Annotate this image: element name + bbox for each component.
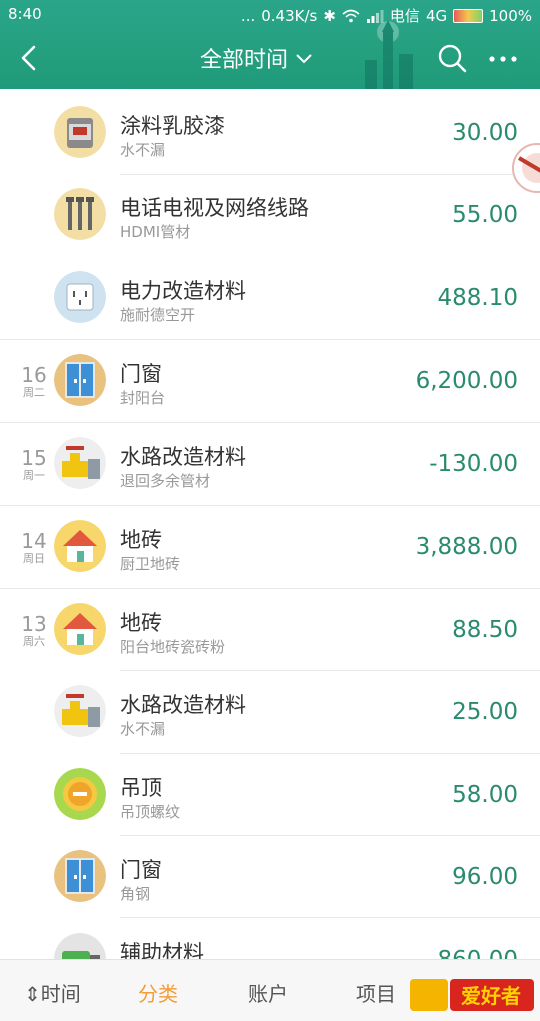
day-number: 15 [21, 446, 47, 470]
list-item[interactable]: 涂料乳胶漆 水不漏 30.00 [0, 92, 540, 174]
house-icon [54, 603, 106, 655]
item-note: 退回多余管材 [120, 472, 211, 490]
item-name: 涂料乳胶漆 [120, 114, 225, 138]
weekday: 周一 [23, 469, 45, 482]
network-speed: 0.43K/s [261, 6, 318, 25]
screws-icon [54, 188, 106, 240]
item-name: 吊顶 [120, 776, 162, 800]
item-amount: 860.00 [438, 947, 518, 959]
item-note: 水不漏 [120, 720, 166, 738]
tab-label: 项目 [356, 982, 396, 1006]
date-label: 16 周二 [14, 364, 54, 399]
nav-bar: 全部时间 [0, 30, 540, 89]
house-icon [54, 520, 106, 572]
battery-percent: 100% [489, 6, 532, 25]
tab-time[interactable]: ⇕时间 [24, 978, 81, 1007]
item-name: 水路改造材料 [120, 445, 246, 469]
item-name: 电力改造材料 [120, 279, 246, 303]
item-note: 吊顶螺纹 [120, 803, 181, 821]
water-valve-icon [54, 685, 106, 737]
list-item[interactable]: 吊顶 吊顶螺纹 58.00 [0, 754, 540, 836]
item-name: 地砖 [120, 528, 162, 552]
list-item[interactable]: 门窗 角钢 96.00 [0, 836, 540, 918]
item-note: 封阳台 [120, 389, 166, 407]
item-name: 门窗 [120, 858, 162, 882]
status-right: ... 0.43K/s ✱ 电信 4G 100% [241, 5, 532, 26]
item-amount: 96.00 [452, 864, 518, 890]
item-name: 电话电视及网络线路 [120, 196, 309, 220]
status-time: 8:40 [8, 5, 42, 23]
divider [120, 917, 540, 918]
tab-label: 账户 [248, 982, 288, 1006]
header: 8:40 ... 0.43K/s ✱ 电信 4G 100% 全部时间 [0, 0, 540, 89]
tab-account[interactable]: 账户 [248, 978, 288, 1007]
weekday: 周二 [23, 386, 45, 399]
item-name: 辅助材料 [120, 941, 204, 959]
list-item[interactable]: 电力改造材料 施耐德空开 488.10 [0, 257, 540, 339]
item-name: 水路改造材料 [120, 693, 246, 717]
window-icon [54, 354, 106, 406]
power-outlet-icon [54, 271, 106, 323]
list-item[interactable]: 15 周一 水路改造材料 退回多余管材 -130.00 [0, 423, 540, 505]
watermark-text: 爱好者 [461, 984, 521, 1008]
item-note: 施耐德空开 [120, 306, 196, 324]
network-type: 4G [425, 6, 448, 25]
more-icon[interactable] [486, 44, 520, 74]
item-amount: -130.00 [429, 451, 518, 477]
sort-icon: ⇕ [24, 982, 41, 1006]
weekday: 周日 [23, 552, 45, 565]
ceiling-light-icon [54, 768, 106, 820]
list-item[interactable]: 14 周日 地砖 厨卫地砖 3,888.00 [0, 506, 540, 588]
item-amount: 88.50 [452, 617, 518, 643]
item-note: 阳台地砖瓷砖粉 [120, 638, 226, 656]
item-note: HDMI管材 [120, 223, 191, 241]
day-number: 16 [21, 363, 47, 387]
list-item[interactable]: 水路改造材料 水不漏 25.00 [0, 671, 540, 753]
list-item[interactable]: 电话电视及网络线路 HDMI管材 55.00 [0, 175, 540, 257]
page-title: 全部时间 [200, 48, 289, 73]
tab-label: 分类 [138, 982, 178, 1006]
item-name: 门窗 [120, 362, 162, 386]
date-label: 14 周日 [14, 530, 54, 565]
chevron-down-icon [296, 54, 312, 64]
weekday: 周六 [23, 635, 45, 648]
item-amount: 25.00 [452, 699, 518, 725]
battery-icon [453, 8, 484, 23]
tab-label: 时间 [40, 982, 81, 1006]
day-number: 13 [21, 612, 47, 636]
tab-project[interactable]: 项目 [356, 978, 396, 1007]
list-item[interactable]: 16 周二 门窗 封阳台 6,200.00 [0, 340, 540, 422]
bluetooth-icon: ✱ [323, 6, 336, 25]
item-amount: 6,200.00 [415, 368, 518, 394]
water-valve-icon [54, 437, 106, 489]
status-dots: ... [240, 6, 256, 25]
status-bar: 8:40 ... 0.43K/s ✱ 电信 4G 100% [0, 0, 540, 30]
item-note: 厨卫地砖 [120, 555, 181, 573]
tab-category[interactable]: 分类 [138, 978, 178, 1007]
floating-badge-icon[interactable] [505, 138, 540, 198]
window-icon [54, 850, 106, 902]
list-item[interactable]: 13 周六 地砖 阳台地砖瓷砖粉 88.50 [0, 589, 540, 671]
item-name: 地砖 [120, 611, 162, 635]
signal-icon [366, 9, 384, 23]
date-label: 15 周一 [14, 447, 54, 482]
back-icon[interactable] [12, 40, 48, 76]
carrier: 电信 [389, 7, 420, 25]
item-amount: 58.00 [452, 782, 518, 808]
list-item[interactable]: 辅助材料 860.00 [0, 919, 540, 959]
search-icon[interactable] [436, 42, 470, 76]
item-amount: 3,888.00 [415, 534, 518, 560]
watermark-logo: 爱好者 [410, 979, 534, 1011]
paint-bucket-icon [54, 106, 106, 158]
time-filter-dropdown[interactable]: 全部时间 [200, 42, 314, 74]
day-number: 14 [21, 529, 47, 553]
item-note: 角钢 [120, 885, 151, 903]
date-label: 13 周六 [14, 613, 54, 648]
item-amount: 488.10 [437, 285, 518, 311]
item-amount: 55.00 [452, 202, 518, 228]
drill-icon [54, 933, 106, 959]
wifi-icon [342, 9, 360, 22]
transaction-list[interactable]: 涂料乳胶漆 水不漏 30.00 电话电视及网络线路 HDMI管材 55.00 电… [0, 89, 540, 959]
item-note: 水不漏 [120, 141, 166, 159]
